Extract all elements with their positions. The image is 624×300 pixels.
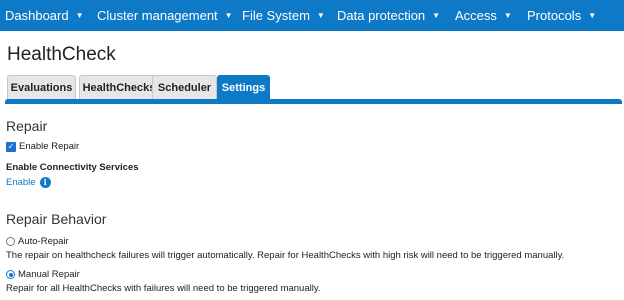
nav-item-label: Cluster management bbox=[97, 8, 218, 23]
caret-down-icon: ▼ bbox=[224, 11, 233, 20]
nav-item-label: Protocols bbox=[527, 8, 582, 23]
caret-down-icon: ▼ bbox=[432, 11, 441, 20]
repair-behavior-section-title: Repair Behavior bbox=[6, 211, 107, 227]
nav-item-label: Access bbox=[455, 8, 497, 23]
nav-item-protocols[interactable]: Protocols ▼ bbox=[527, 0, 596, 31]
nav-item-label: Dashboard bbox=[5, 8, 69, 23]
tab-healthchecks[interactable]: HealthChecks bbox=[79, 75, 159, 99]
top-navigation-bar: Dashboard ▼ Cluster management ▼ File Sy… bbox=[0, 0, 624, 31]
enable-link[interactable]: Enable bbox=[6, 177, 36, 188]
page-title: HealthCheck bbox=[7, 44, 116, 65]
auto-repair-label: Auto-Repair bbox=[18, 236, 69, 247]
caret-down-icon: ▼ bbox=[503, 11, 512, 20]
manual-repair-option[interactable]: Manual Repair bbox=[6, 269, 80, 280]
enable-connectivity-row: Enable i bbox=[6, 177, 51, 188]
tab-scheduler[interactable]: Scheduler bbox=[152, 75, 217, 99]
connectivity-services-label: Enable Connectivity Services bbox=[6, 162, 139, 173]
auto-repair-description: The repair on healthcheck failures will … bbox=[6, 250, 565, 261]
enable-repair-label: Enable Repair bbox=[19, 141, 80, 152]
nav-item-dashboard[interactable]: Dashboard ▼ bbox=[5, 0, 84, 31]
enable-repair-row[interactable]: ✓ Enable Repair bbox=[6, 141, 79, 152]
tab-settings[interactable]: Settings bbox=[217, 75, 270, 100]
tab-underline bbox=[5, 99, 622, 104]
tab-evaluations[interactable]: Evaluations bbox=[7, 75, 76, 99]
enable-repair-checkbox[interactable]: ✓ bbox=[6, 141, 16, 152]
nav-item-label: File System bbox=[242, 8, 310, 23]
nav-item-data-protection[interactable]: Data protection ▼ bbox=[337, 0, 440, 31]
nav-item-access[interactable]: Access ▼ bbox=[455, 0, 512, 31]
auto-repair-option[interactable]: Auto-Repair bbox=[6, 236, 69, 247]
manual-repair-description: Repair for all HealthChecks with failure… bbox=[6, 283, 321, 294]
nav-item-label: Data protection bbox=[337, 8, 426, 23]
caret-down-icon: ▼ bbox=[588, 11, 597, 20]
caret-down-icon: ▼ bbox=[75, 11, 84, 20]
auto-repair-radio[interactable] bbox=[6, 237, 15, 246]
nav-item-file-system[interactable]: File System ▼ bbox=[242, 0, 325, 31]
nav-item-cluster-management[interactable]: Cluster management ▼ bbox=[97, 0, 233, 31]
manual-repair-radio[interactable] bbox=[6, 270, 15, 279]
repair-section-title: Repair bbox=[6, 118, 48, 134]
manual-repair-label: Manual Repair bbox=[18, 269, 80, 280]
caret-down-icon: ▼ bbox=[316, 11, 325, 20]
info-icon[interactable]: i bbox=[39, 177, 51, 188]
